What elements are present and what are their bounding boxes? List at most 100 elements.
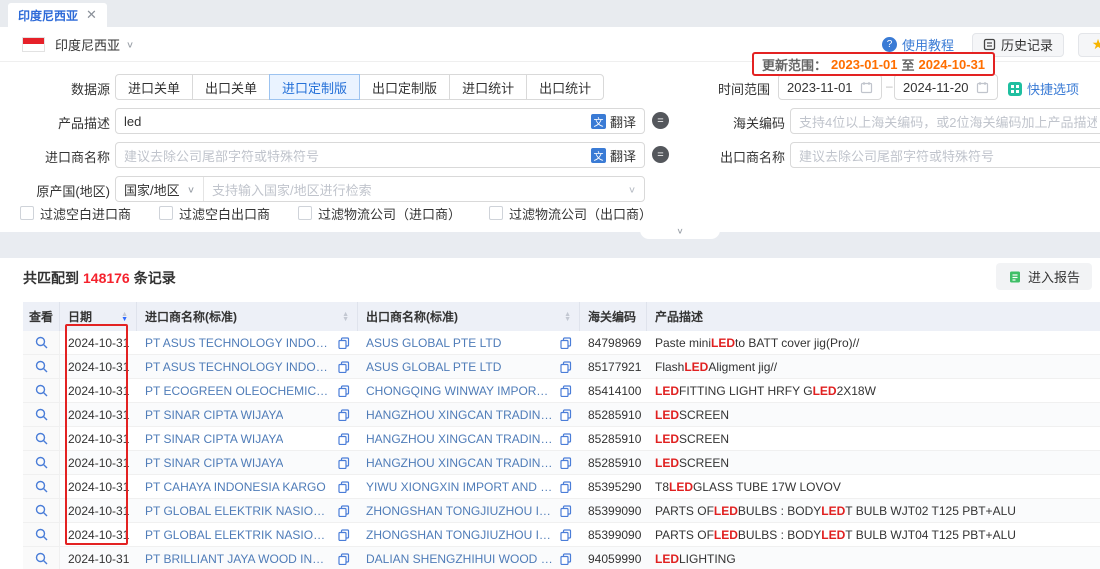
view-magnifier-icon[interactable]	[35, 408, 48, 421]
datasource-tab[interactable]: 进口统计	[449, 74, 527, 100]
update-range-middle: 至	[902, 55, 915, 74]
filter-checkbox[interactable]: 过滤物流公司（出口商）	[489, 204, 652, 223]
checkbox-icon[interactable]	[20, 206, 34, 220]
copy-icon[interactable]	[560, 409, 572, 421]
exporter-name-label: 出口商名称	[690, 147, 785, 166]
customs-code-input[interactable]: 支持4位以上海关编码，或2位海关编码加上产品描述、企业名称的任意信息	[790, 108, 1100, 134]
checkbox-icon[interactable]	[298, 206, 312, 220]
datasource-tab[interactable]: 进口关单	[115, 74, 193, 100]
exporter-link[interactable]: HANGZHOU XINGCAN TRADING CO LTD	[366, 456, 554, 470]
date-to-input[interactable]: 2024-11-20	[894, 74, 998, 100]
exporter-link[interactable]: ZHONGSHAN TONGJIUZHOU INTERNA...	[366, 504, 554, 518]
product-exact-match-toggle-icon[interactable]: =	[652, 112, 669, 129]
importer-exact-match-toggle-icon[interactable]: =	[652, 146, 669, 163]
importer-link[interactable]: PT ASUS TECHNOLOGY INDONESIA BA...	[145, 336, 332, 350]
copy-icon[interactable]	[338, 361, 350, 373]
exporter-link[interactable]: CHONGQING WINWAY IMPORT AND E...	[366, 384, 554, 398]
view-magnifier-icon[interactable]	[35, 528, 48, 541]
exporter-link[interactable]: ASUS GLOBAL PTE LTD	[366, 336, 501, 350]
translate-button[interactable]: 文 翻译	[591, 112, 636, 131]
view-cell[interactable]	[23, 403, 60, 426]
view-magnifier-icon[interactable]	[35, 336, 48, 349]
view-magnifier-icon[interactable]	[35, 456, 48, 469]
view-cell[interactable]	[23, 331, 60, 354]
favorite-button[interactable]: ★	[1078, 33, 1100, 57]
view-cell[interactable]	[23, 379, 60, 402]
importer-link[interactable]: PT CAHAYA INDONESIA KARGO	[145, 480, 326, 494]
origin-type-select[interactable]: 国家/地区 ∨	[116, 177, 204, 201]
copy-icon[interactable]	[560, 361, 572, 373]
filter-checkbox[interactable]: 过滤空白进口商	[20, 204, 131, 223]
close-icon[interactable]: ✕	[86, 7, 97, 23]
datasource-tab[interactable]: 出口定制版	[359, 74, 450, 100]
importer-link[interactable]: PT SINAR CIPTA WIJAYA	[145, 456, 283, 470]
importer-link[interactable]: PT ECOGREEN OLEOCHEMICALS	[145, 384, 332, 398]
importer-link[interactable]: PT SINAR CIPTA WIJAYA	[145, 408, 283, 422]
copy-icon[interactable]	[338, 457, 350, 469]
view-magnifier-icon[interactable]	[35, 432, 48, 445]
copy-icon[interactable]	[560, 553, 572, 565]
exporter-name-input[interactable]: 建议去除公司尾部字符或特殊符号	[790, 142, 1100, 168]
copy-icon[interactable]	[338, 481, 350, 493]
view-cell[interactable]	[23, 427, 60, 450]
copy-icon[interactable]	[560, 385, 572, 397]
datasource-tab[interactable]: 出口关单	[192, 74, 270, 100]
importer-link[interactable]: PT SINAR CIPTA WIJAYA	[145, 432, 283, 446]
copy-icon[interactable]	[338, 409, 350, 421]
view-cell[interactable]	[23, 475, 60, 498]
copy-icon[interactable]	[560, 505, 572, 517]
exporter-link[interactable]: YIWU XIONGXIN IMPORT AND EXPORT...	[366, 480, 554, 494]
view-magnifier-icon[interactable]	[35, 552, 48, 565]
chevron-down-icon[interactable]: ∨	[126, 39, 134, 49]
exporter-link[interactable]: ZHONGSHAN TONGJIUZHOU INTERNA...	[366, 528, 554, 542]
importer-link[interactable]: PT GLOBAL ELEKTRIK NASIONAL	[145, 504, 332, 518]
view-cell[interactable]	[23, 523, 60, 546]
view-cell[interactable]	[23, 451, 60, 474]
importer-link[interactable]: PT BRILLIANT JAYA WOOD INDUSTRY	[145, 552, 332, 566]
quick-options-link[interactable]: 快捷选项	[1008, 79, 1079, 98]
copy-icon[interactable]	[338, 385, 350, 397]
copy-icon[interactable]	[560, 337, 572, 349]
checkbox-icon[interactable]	[489, 206, 503, 220]
exporter-link[interactable]: HANGZHOU XINGCAN TRADING CO LTD	[366, 432, 554, 446]
copy-icon[interactable]	[338, 529, 350, 541]
view-cell[interactable]	[23, 355, 60, 378]
copy-icon[interactable]	[338, 337, 350, 349]
calendar-icon	[976, 81, 989, 94]
view-magnifier-icon[interactable]	[35, 504, 48, 517]
column-header-date[interactable]: 日期 ▲▼	[60, 302, 137, 331]
date-from-input[interactable]: 2023-11-01	[778, 74, 882, 100]
view-magnifier-icon[interactable]	[35, 360, 48, 373]
copy-icon[interactable]	[338, 433, 350, 445]
view-magnifier-icon[interactable]	[35, 480, 48, 493]
copy-icon[interactable]	[560, 529, 572, 541]
checkbox-icon[interactable]	[159, 206, 173, 220]
exporter-link[interactable]: HANGZHOU XINGCAN TRADING CO LTD	[366, 408, 554, 422]
view-magnifier-icon[interactable]	[35, 384, 48, 397]
filter-checkbox[interactable]: 过滤空白出口商	[159, 204, 270, 223]
importer-name-input[interactable]: 建议去除公司尾部字符或特殊符号 文 翻译	[115, 142, 645, 168]
origin-country-select-group[interactable]: 国家/地区 ∨ 支持输入国家/地区进行检索 ∨	[115, 176, 645, 202]
column-header-importer[interactable]: 进口商名称(标准) ▲▼	[137, 302, 358, 331]
importer-link[interactable]: PT GLOBAL ELEKTRIK NASIONAL	[145, 528, 332, 542]
column-header-exporter[interactable]: 出口商名称(标准) ▲▼	[358, 302, 580, 331]
translate-button[interactable]: 文 翻译	[591, 146, 636, 165]
exporter-link[interactable]: DALIAN SHENGZHIHUI WOOD INDUST...	[366, 552, 554, 566]
importer-link[interactable]: PT ASUS TECHNOLOGY INDONESIA BA...	[145, 360, 332, 374]
view-cell[interactable]	[23, 499, 60, 522]
view-cell[interactable]	[23, 547, 60, 569]
translate-icon: 文	[591, 148, 606, 163]
enter-report-button[interactable]: 进入报告	[996, 263, 1092, 290]
copy-icon[interactable]	[560, 433, 572, 445]
datasource-tab[interactable]: 进口定制版	[269, 74, 360, 100]
country-page-tab[interactable]: 印度尼西亚 ✕	[8, 3, 107, 27]
collapse-panel-handle[interactable]: ∨	[640, 224, 720, 239]
copy-icon[interactable]	[338, 505, 350, 517]
copy-icon[interactable]	[560, 457, 572, 469]
copy-icon[interactable]	[338, 553, 350, 565]
exporter-link[interactable]: ASUS GLOBAL PTE LTD	[366, 360, 501, 374]
product-desc-input[interactable]: led 文 翻译	[115, 108, 645, 134]
filter-checkbox[interactable]: 过滤物流公司（进口商）	[298, 204, 461, 223]
datasource-tab[interactable]: 出口统计	[526, 74, 604, 100]
copy-icon[interactable]	[560, 481, 572, 493]
